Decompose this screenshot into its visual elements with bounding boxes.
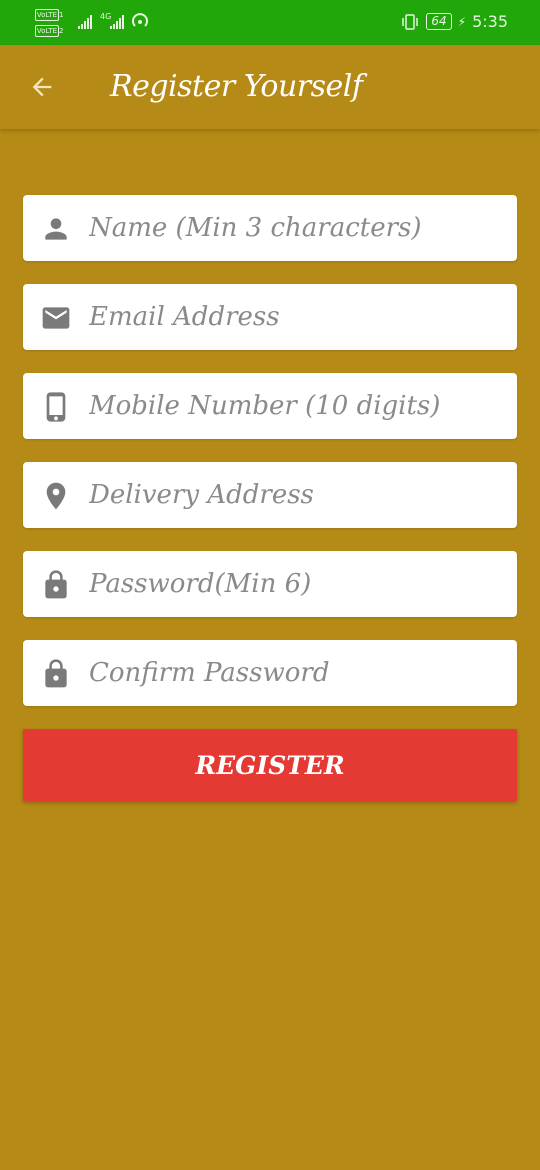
status-right-group: 64 ⚡ 5:35 bbox=[400, 12, 508, 31]
mobile-field bbox=[23, 373, 517, 439]
envelope-icon bbox=[42, 307, 70, 329]
mobile-input[interactable] bbox=[89, 373, 499, 439]
volte-badge-2: VoLTE bbox=[35, 25, 59, 37]
email-field bbox=[23, 284, 517, 350]
clock: 5:35 bbox=[472, 12, 508, 31]
sim-1-label: 1 bbox=[59, 11, 64, 19]
name-input[interactable] bbox=[89, 195, 499, 261]
signal-icon-2 bbox=[110, 15, 124, 29]
password-field bbox=[23, 551, 517, 617]
charging-icon: ⚡ bbox=[457, 14, 467, 29]
register-button[interactable]: REGISTER bbox=[23, 729, 517, 801]
vibrate-icon bbox=[402, 13, 419, 30]
address-field bbox=[23, 462, 517, 528]
address-input[interactable] bbox=[89, 462, 499, 528]
app-bar: Register Yourself bbox=[0, 45, 540, 129]
status-bar: VoLTE 1 VoLTE 2 4G 64 ⚡ 5:35 bbox=[0, 0, 540, 45]
registration-form bbox=[23, 195, 517, 729]
smartphone-icon bbox=[46, 392, 66, 422]
battery-indicator: 64 bbox=[426, 13, 452, 30]
confirm-password-input[interactable] bbox=[89, 640, 499, 706]
confirm-password-field bbox=[23, 640, 517, 706]
page-title: Register Yourself bbox=[110, 69, 363, 104]
location-pin-icon bbox=[46, 482, 66, 510]
volte-badge-1: VoLTE bbox=[35, 9, 59, 21]
signal-icon-1 bbox=[78, 15, 92, 29]
sim-2-label: 2 bbox=[59, 27, 64, 35]
person-icon bbox=[45, 218, 67, 240]
email-input[interactable] bbox=[89, 284, 499, 350]
lock-icon bbox=[45, 659, 67, 688]
lock-icon bbox=[45, 570, 67, 599]
password-input[interactable] bbox=[89, 551, 499, 617]
name-field bbox=[23, 195, 517, 261]
back-arrow-icon[interactable] bbox=[28, 73, 56, 101]
hotspot-icon bbox=[132, 13, 148, 27]
